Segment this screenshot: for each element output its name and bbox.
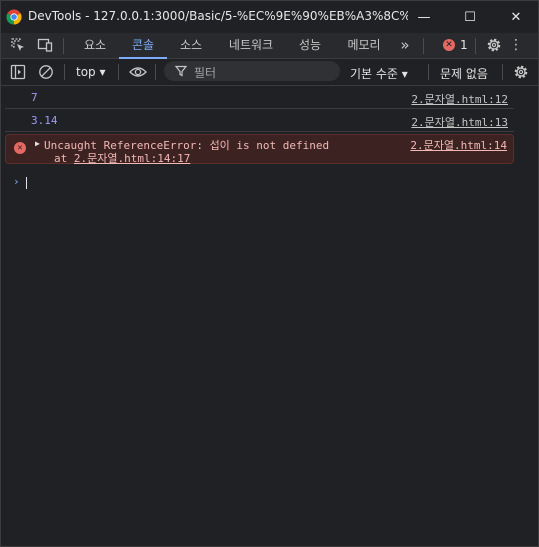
tab-performance[interactable]: 성능 [288, 33, 332, 58]
tab-elements[interactable]: 요소 [73, 33, 117, 58]
devtools-window: DevTools - 127.0.0.1:3000/Basic/5-%EC%9E… [0, 0, 539, 547]
source-link[interactable]: 2.문자열.html:12 [411, 91, 508, 107]
clear-console-icon[interactable] [38, 64, 54, 80]
error-stack-line: at 2.문자열.html:14:17 [54, 150, 190, 166]
log-value: 7 [31, 91, 38, 104]
toolbar-divider [63, 38, 64, 54]
log-levels-select[interactable]: 기본 수준 ▾ [350, 65, 408, 82]
error-icon: ✕ [14, 142, 26, 154]
more-options-icon[interactable]: ⋮ [509, 33, 523, 58]
window-title: DevTools - 127.0.0.1:3000/Basic/5-%EC%9E… [28, 9, 408, 23]
tab-network[interactable]: 네트워크 [219, 33, 283, 58]
console-input-caret[interactable] [26, 177, 27, 189]
close-icon: ✕ [510, 9, 522, 25]
filter-funnel-icon [174, 65, 188, 77]
title-bar: DevTools - 127.0.0.1:3000/Basic/5-%EC%9E… [1, 1, 538, 33]
toolbar-divider [502, 64, 503, 80]
toolbar-divider [118, 64, 119, 80]
stack-prefix: at [54, 152, 74, 165]
console-message: 3.14 2.문자열.html:13 [5, 109, 514, 132]
chrome-icon [6, 9, 22, 25]
toolbar-divider [155, 64, 156, 80]
toolbar-divider [64, 64, 65, 80]
console-error-message: ✕ ▶ Uncaught ReferenceError: 섭이 is not d… [5, 134, 514, 166]
maximize-button[interactable]: ☐ [447, 1, 493, 33]
more-tabs-icon[interactable]: » [394, 33, 416, 58]
console-prompt-icon: › [13, 175, 20, 188]
issues-status[interactable]: 문제 없음 [440, 65, 488, 82]
console-message: 7 2.문자열.html:12 [5, 86, 514, 109]
panel-tabs-bar: 요소 콘솔 소스 네트워크 성능 메모리 » ✕ 1 ⋮ [1, 33, 538, 59]
toolbar-divider [475, 38, 476, 54]
minimize-button[interactable]: — [401, 1, 447, 33]
tab-sources[interactable]: 소스 [169, 33, 213, 58]
toolbar-divider [428, 64, 429, 80]
tab-console[interactable]: 콘솔 [119, 33, 167, 59]
close-button[interactable]: ✕ [493, 1, 539, 33]
error-count: 1 [460, 38, 468, 52]
filter-input[interactable]: 필터 [164, 61, 340, 81]
settings-gear-icon[interactable] [486, 37, 502, 53]
device-toolbar-icon[interactable] [37, 37, 53, 53]
maximize-icon: ☐ [464, 9, 476, 25]
live-expression-eye-icon[interactable] [129, 64, 147, 80]
minimize-icon: — [417, 9, 431, 25]
console-filter-bar: top ▾ 필터 기본 수준 ▾ 문제 없음 [1, 59, 538, 86]
context-select[interactable]: top ▾ [76, 65, 106, 79]
console-settings-gear-icon[interactable] [513, 64, 529, 80]
error-icon: ✕ [443, 39, 455, 51]
expand-triangle-icon[interactable]: ▶ [35, 139, 40, 148]
error-counter[interactable]: ✕ 1 [443, 38, 468, 52]
log-value: 3.14 [31, 114, 58, 127]
source-link[interactable]: 2.문자열.html:14 [410, 137, 507, 153]
source-link[interactable]: 2.문자열.html:13 [411, 114, 508, 130]
toolbar-divider [423, 38, 424, 54]
tab-memory[interactable]: 메모리 [338, 33, 390, 58]
stack-link[interactable]: 2.문자열.html:14:17 [74, 152, 190, 165]
sidebar-toggle-icon[interactable] [10, 64, 26, 80]
filter-placeholder: 필터 [194, 66, 217, 80]
inspect-element-icon[interactable] [10, 37, 26, 53]
